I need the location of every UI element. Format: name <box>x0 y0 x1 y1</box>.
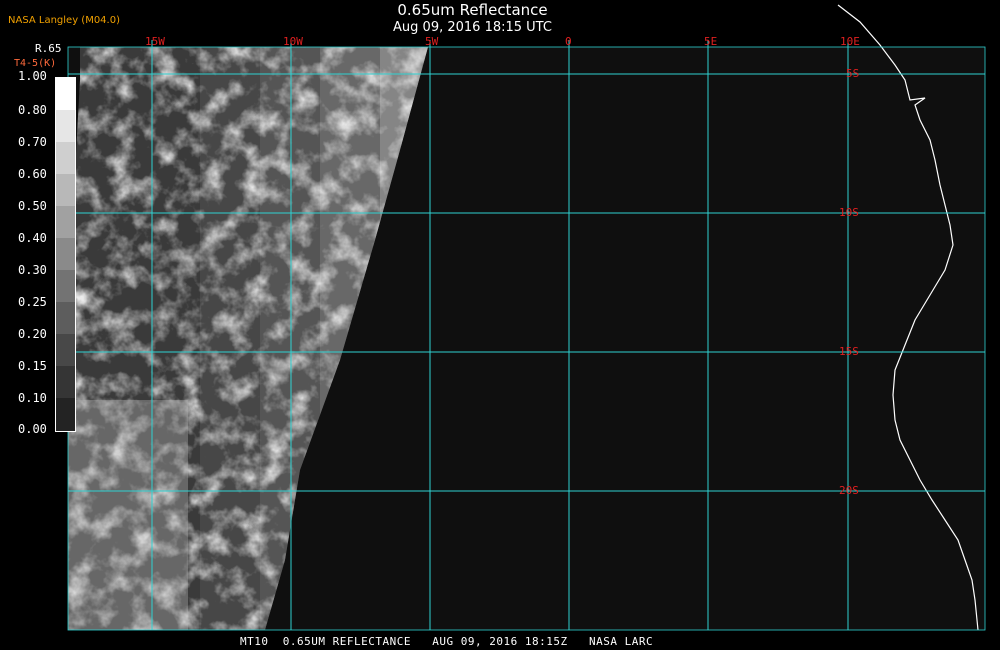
lat-label-10s: 10S <box>839 206 859 219</box>
legend-label-5: 0.50 <box>18 199 47 213</box>
colorbar <box>55 77 76 432</box>
legend-label-1: 1.00 <box>18 69 47 83</box>
lon-label-5w: 5W <box>425 35 439 48</box>
legend-label-10: 0.15 <box>18 359 47 373</box>
lat-label-5s: 5S <box>846 67 860 80</box>
legend-label-4: 0.60 <box>18 167 47 181</box>
legend-title: R.65 <box>35 42 62 55</box>
lat-label-15s: 15S <box>839 345 859 358</box>
legend-label-12: 0.00 <box>18 422 47 436</box>
lon-label-15w: 15W <box>145 35 165 48</box>
sub-title: Aug 09, 2016 18:15 UTC <box>393 20 552 35</box>
lon-label-0: 0 <box>565 35 572 48</box>
legend-label-7: 0.30 <box>18 263 47 277</box>
satellite-map <box>67 4 986 631</box>
legend-label-6: 0.40 <box>18 231 47 245</box>
legend-label-8: 0.25 <box>18 295 47 309</box>
lon-label-5e: 5E <box>704 35 718 48</box>
main-title: 0.65um Reflectance <box>397 1 548 19</box>
bottom-caption: MT10 0.65UM REFLECTANCE AUG 09, 2016 18:… <box>240 635 654 648</box>
legend-label-2: 0.80 <box>18 103 47 117</box>
lat-label-20s: 20S <box>839 484 859 497</box>
legend-label-9: 0.20 <box>18 327 47 341</box>
lon-label-10w: 10W <box>283 35 303 48</box>
legend-label-3: 0.70 <box>18 135 47 149</box>
legend-label-11: 0.10 <box>18 391 47 405</box>
legend-subtitle: T4-5(K) <box>14 58 57 69</box>
lon-label-10e: 10E <box>840 35 860 48</box>
organization-label: NASA Langley (M04.0) <box>8 15 120 26</box>
